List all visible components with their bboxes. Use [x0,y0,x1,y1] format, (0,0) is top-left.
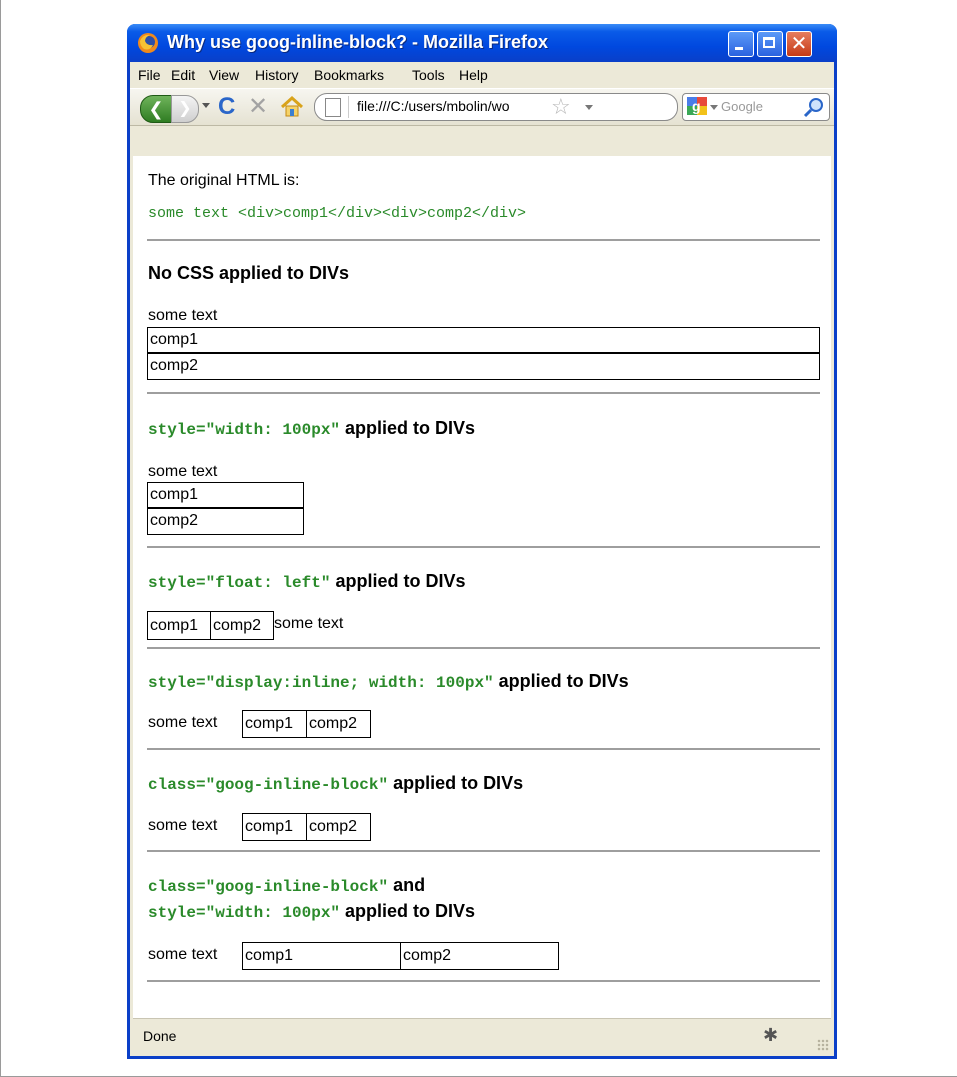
divider [147,980,820,982]
page-content: The original HTML is: some text <div>com… [133,156,831,1018]
comp2-box: comp2 [147,353,820,380]
comp1-box: comp1 [147,482,304,508]
url-separator [348,96,349,118]
comp1-box: comp1 [147,611,211,640]
some-text: some text [274,615,344,632]
heading-code: class="goog-inline-block" [148,776,389,794]
menu-bar: File Edit View History Bookmarks Tools H… [130,62,834,88]
stop-icon[interactable]: ✕ [248,94,272,120]
some-text: some text [148,817,218,834]
menu-view[interactable]: View [209,67,239,83]
home-icon[interactable] [280,95,304,119]
bookmark-star-icon[interactable]: ☆ [551,94,571,120]
comp2-box: comp2 [210,611,274,640]
section-heading: style="display:inline; width: 100px" app… [148,671,629,692]
some-text: some text [148,714,218,731]
heading-code: style="width: 100px" [148,904,341,922]
heading-code: style="display:inline; width: 100px" [148,674,494,692]
history-dropdown-icon[interactable] [202,103,210,108]
search-icon[interactable] [803,96,825,118]
menu-edit[interactable]: Edit [171,67,195,83]
search-bar[interactable]: g Google [682,93,830,121]
section-heading: style="width: 100px" applied to DIVs [148,418,475,439]
title-bar[interactable]: Why use goog-inline-block? - Mozilla Fir… [127,24,837,62]
divider [147,546,820,548]
comp1-box: comp1 [242,710,307,738]
menu-help[interactable]: Help [459,67,488,83]
close-icon: ✕ [790,33,808,55]
menu-file[interactable]: File [138,67,161,83]
heading-text: applied to DIVs [498,671,629,691]
google-engine-icon[interactable]: g [687,97,707,115]
maximize-button[interactable] [757,31,783,57]
divider [147,748,820,750]
comp1-box: comp1 [147,327,820,353]
url-bar[interactable]: file:///C:/users/mbolin/wo ☆ [314,93,678,121]
heading-text: applied to DIVs [345,418,476,438]
section-heading: No CSS applied to DIVs [148,263,350,283]
divider [147,850,820,852]
resize-grip-icon[interactable] [817,1039,829,1051]
comp1-box: comp1 [242,813,307,841]
some-text: some text [148,946,218,963]
status-bar: Done ✱ [133,1018,831,1053]
search-input[interactable]: Google [721,99,763,114]
firebug-icon[interactable]: ✱ [763,1025,778,1046]
heading-text: applied to DIVs [345,901,476,921]
heading-and: and [393,875,426,895]
comp1-box: comp1 [242,942,401,970]
some-text: some text [148,307,218,324]
navigation-toolbar: ❮ ❯ C ✕ file:///C:/users/mbolin/wo ☆ g G… [130,88,834,126]
page-icon [325,98,341,117]
status-text: Done [143,1028,177,1044]
firefox-logo-icon [138,33,158,53]
search-engine-dropdown-icon[interactable] [710,105,718,110]
section-heading: class="goog-inline-block" and [148,875,425,896]
comp2-box: comp2 [147,508,304,535]
heading-code: style="width: 100px" [148,421,341,439]
url-dropdown-icon[interactable] [585,105,593,110]
minimize-icon [735,47,743,50]
menu-tools[interactable]: Tools [412,67,445,83]
heading-code: class="goog-inline-block" [148,878,389,896]
reload-icon[interactable]: C [218,94,242,120]
section-heading: class="goog-inline-block" applied to DIV… [148,773,523,794]
intro-text: The original HTML is: [148,172,300,189]
browser-window: Why use goog-inline-block? - Mozilla Fir… [127,24,837,1059]
menu-history[interactable]: History [255,67,299,83]
section-heading-line2: style="width: 100px" applied to DIVs [148,901,475,922]
menu-bookmarks[interactable]: Bookmarks [314,67,384,83]
svg-text:g: g [692,98,701,114]
url-input[interactable]: file:///C:/users/mbolin/wo [357,98,547,114]
heading-code: style="float: left" [148,574,331,592]
minimize-button[interactable] [728,31,754,57]
comp2-box: comp2 [400,942,559,970]
back-arrow-icon: ❮ [148,99,164,119]
heading-text: applied to DIVs [335,571,466,591]
original-code: some text <div>comp1</div><div>comp2</di… [148,205,527,222]
comp2-box: comp2 [306,813,371,841]
maximize-icon [763,37,775,48]
forward-arrow-icon: ❯ [178,100,192,117]
comp2-box: comp2 [306,710,371,738]
heading-text: applied to DIVs [393,773,524,793]
divider [147,647,820,649]
close-button[interactable]: ✕ [786,31,812,57]
back-button[interactable]: ❮ [140,95,172,123]
forward-button[interactable]: ❯ [171,95,199,123]
window-title: Why use goog-inline-block? - Mozilla Fir… [167,32,549,52]
divider [147,392,820,394]
browser-client-area: File Edit View History Bookmarks Tools H… [130,62,834,1056]
page-border-left [0,0,1,1077]
some-text: some text [148,463,218,480]
section-heading: style="float: left" applied to DIVs [148,571,465,592]
divider [147,239,820,241]
